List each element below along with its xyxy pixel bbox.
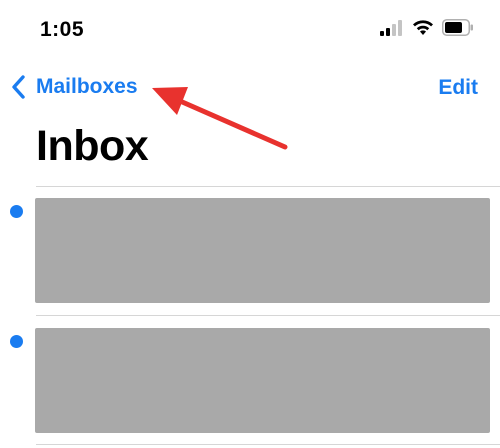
cellular-signal-icon xyxy=(380,20,402,36)
battery-icon xyxy=(442,19,473,36)
back-to-mailboxes-button[interactable]: Mailboxes xyxy=(10,74,138,100)
list-divider xyxy=(36,186,500,187)
unread-indicator xyxy=(10,205,23,218)
redacted-message-preview xyxy=(35,328,490,433)
list-divider xyxy=(36,315,500,316)
unread-indicator xyxy=(10,335,23,348)
chevron-left-icon xyxy=(12,75,25,99)
wifi-icon xyxy=(413,20,433,35)
page-title: Inbox xyxy=(36,122,149,170)
redacted-message-preview xyxy=(35,198,490,303)
edit-button[interactable]: Edit xyxy=(438,76,478,100)
status-time: 1:05 xyxy=(40,18,85,41)
back-button-label: Mailboxes xyxy=(36,75,138,98)
mail-inbox-screen: 1:05 Mailboxes Edit Inbox xyxy=(0,0,500,448)
status-icons xyxy=(380,19,474,36)
list-divider xyxy=(36,444,500,445)
